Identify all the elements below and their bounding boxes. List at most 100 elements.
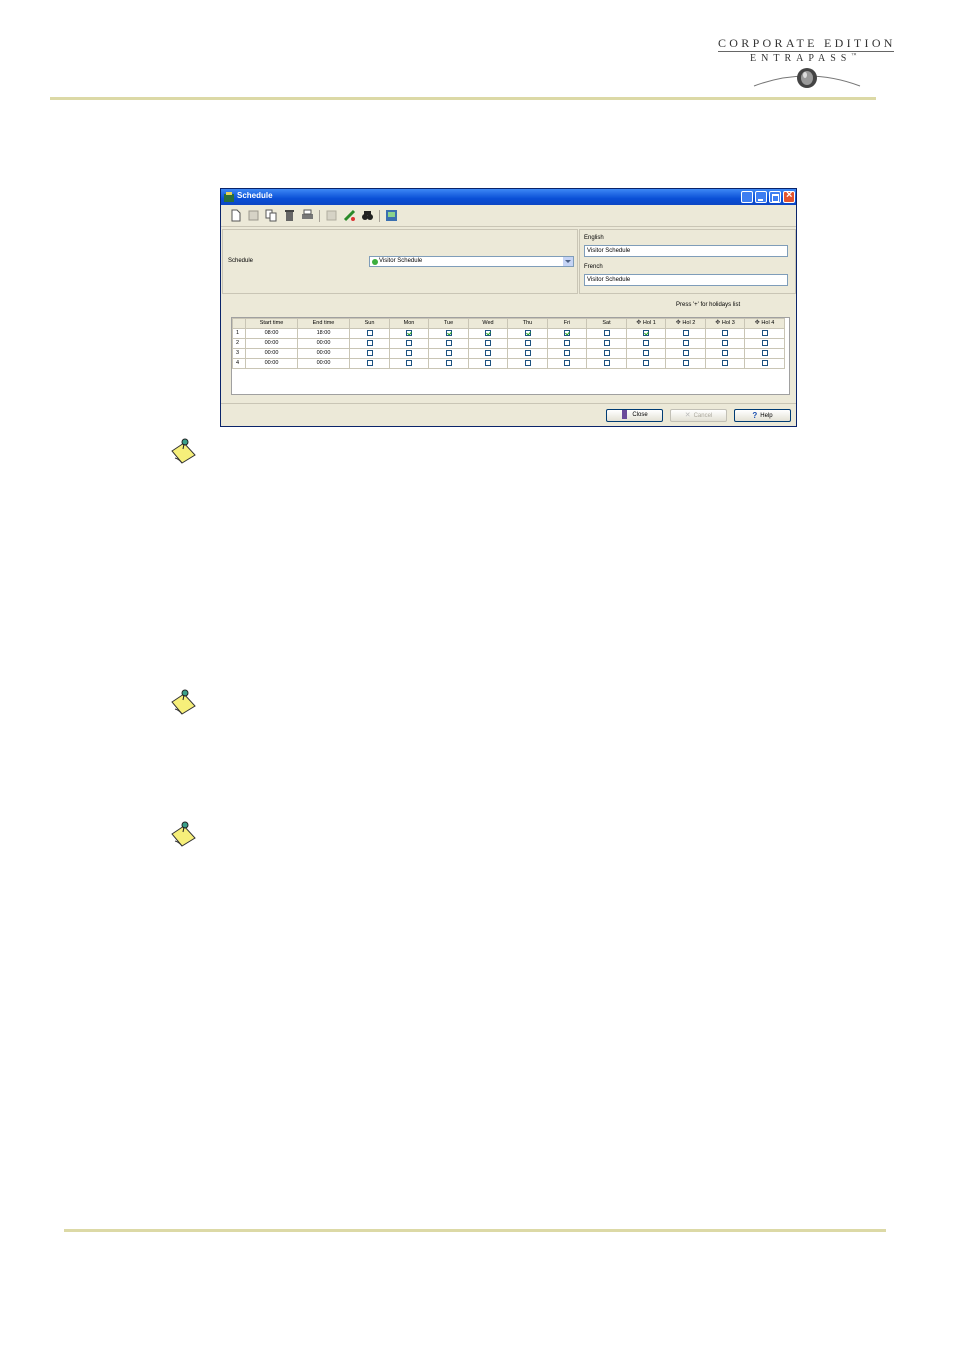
table-row[interactable]: 1 08:00 18:00 (232, 328, 785, 339)
day-checkbox[interactable] (366, 329, 373, 336)
day-checkbox[interactable] (722, 349, 728, 356)
end-time-cell[interactable]: 18:00 (297, 328, 350, 339)
day-checkbox[interactable] (761, 329, 768, 336)
schedule-panel: Schedule Visitor Schedule (222, 229, 578, 294)
day-checkbox[interactable] (366, 359, 373, 366)
minimize-button[interactable] (755, 191, 767, 203)
column-header (232, 318, 246, 329)
day-checkbox[interactable] (564, 339, 570, 346)
day-checkbox[interactable] (485, 329, 491, 336)
day-checkbox[interactable] (603, 349, 610, 356)
day-cell (468, 348, 508, 359)
day-checkbox[interactable] (682, 329, 689, 336)
day-cell (349, 358, 390, 369)
column-header-label: Fri (563, 320, 571, 326)
link-icon[interactable] (343, 209, 356, 222)
chevron-down-icon[interactable] (563, 257, 573, 266)
french-field[interactable]: Visitor Schedule (584, 274, 788, 286)
day-checkbox[interactable] (564, 349, 570, 356)
day-checkbox[interactable] (564, 359, 570, 366)
start-time-cell[interactable]: 00:00 (245, 358, 298, 369)
delete-icon[interactable] (283, 209, 296, 222)
day-checkbox[interactable] (406, 329, 412, 336)
day-checkbox[interactable] (445, 339, 452, 346)
column-header: Sun (349, 318, 390, 329)
window-titlebar[interactable]: Schedule (221, 189, 796, 205)
day-checkbox[interactable] (445, 329, 452, 336)
day-checkbox[interactable] (524, 359, 531, 366)
schedule-grid: Start time End time Sun Mon Tue Wed Thu Fri Sat ✥… (231, 317, 790, 395)
day-checkbox[interactable] (524, 339, 531, 346)
day-checkbox[interactable] (485, 349, 491, 356)
day-checkbox[interactable] (603, 329, 610, 336)
window-extra-button[interactable] (741, 191, 753, 203)
day-checkbox[interactable] (643, 359, 649, 366)
day-checkbox[interactable] (366, 339, 373, 346)
close-button[interactable]: Close (606, 409, 663, 422)
day-checkbox[interactable] (445, 349, 452, 356)
day-checkbox[interactable] (445, 359, 452, 366)
day-checkbox[interactable] (682, 359, 689, 366)
maximize-button[interactable] (769, 191, 781, 203)
language-panel: English Visitor Schedule French Visitor … (579, 229, 796, 294)
day-checkbox[interactable] (485, 339, 491, 346)
new-icon[interactable] (229, 209, 242, 222)
day-cell (705, 328, 745, 339)
day-checkbox[interactable] (406, 349, 412, 356)
day-checkbox[interactable] (682, 339, 689, 346)
column-header: Wed (468, 318, 508, 329)
table-row[interactable]: 4 00:00 00:00 (232, 358, 785, 369)
grid-icon[interactable] (325, 209, 338, 222)
day-checkbox[interactable] (564, 329, 570, 336)
day-checkbox[interactable] (643, 349, 649, 356)
header-divider (50, 97, 876, 100)
start-time-cell[interactable]: 08:00 (245, 328, 298, 339)
column-header-label: Sun (364, 320, 375, 326)
day-checkbox[interactable] (524, 349, 531, 356)
day-checkbox[interactable] (485, 359, 491, 366)
help-icon[interactable] (385, 209, 398, 222)
start-time-cell[interactable]: 00:00 (245, 338, 298, 349)
expand-holidays-icon[interactable]: ✥ (715, 320, 722, 326)
day-cell (507, 348, 548, 359)
day-cell (507, 358, 548, 369)
day-cell (349, 338, 390, 349)
column-header: Tue (428, 318, 469, 329)
row-number: 3 (232, 348, 246, 359)
day-checkbox[interactable] (722, 339, 728, 346)
day-checkbox[interactable] (603, 359, 610, 366)
day-checkbox[interactable] (643, 339, 649, 346)
print-icon[interactable] (301, 209, 314, 222)
english-label: English (584, 235, 604, 241)
schedule-select[interactable]: Visitor Schedule (369, 256, 574, 267)
end-time-cell[interactable]: 00:00 (297, 348, 350, 359)
copy-icon[interactable] (265, 209, 278, 222)
day-checkbox[interactable] (406, 359, 412, 366)
day-checkbox[interactable] (761, 359, 768, 366)
day-checkbox[interactable] (366, 349, 373, 356)
end-time-cell[interactable]: 00:00 (297, 338, 350, 349)
day-checkbox[interactable] (603, 339, 610, 346)
day-checkbox[interactable] (722, 329, 728, 336)
expand-holidays-icon[interactable]: ✥ (636, 320, 643, 326)
toolbar-separator (379, 210, 380, 222)
table-row[interactable]: 3 00:00 00:00 (232, 348, 785, 359)
day-checkbox[interactable] (406, 339, 412, 346)
day-cell (665, 358, 706, 369)
day-checkbox[interactable] (682, 349, 689, 356)
day-checkbox[interactable] (643, 329, 649, 336)
holidays-hint: Press '+' for holidays list (676, 302, 741, 308)
save-icon[interactable] (247, 209, 260, 222)
day-checkbox[interactable] (524, 329, 531, 336)
english-field[interactable]: Visitor Schedule (584, 245, 788, 257)
day-checkbox[interactable] (761, 339, 768, 346)
day-checkbox[interactable] (761, 349, 768, 356)
close-window-button[interactable] (783, 189, 795, 203)
start-time-cell[interactable]: 00:00 (245, 348, 298, 359)
end-time-cell[interactable]: 00:00 (297, 358, 350, 369)
table-row[interactable]: 2 00:00 00:00 (232, 338, 785, 349)
help-button[interactable]: ? Help (734, 409, 791, 422)
day-checkbox[interactable] (722, 359, 728, 366)
cancel-button[interactable]: ✕ Cancel (670, 409, 727, 422)
search-icon[interactable] (361, 209, 374, 222)
